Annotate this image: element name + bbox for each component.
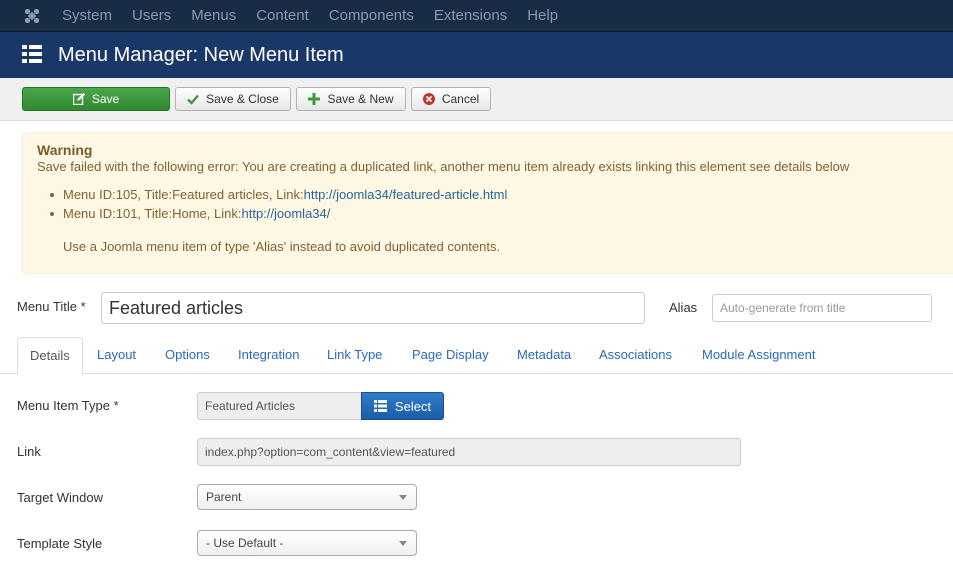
- list-item: Menu ID:101, Title:Home, Link:http://joo…: [49, 204, 507, 223]
- menu-menus[interactable]: Menus: [191, 0, 236, 32]
- menu-extensions[interactable]: Extensions: [434, 0, 507, 32]
- warning-title: Warning: [37, 142, 93, 158]
- template-style-value: - Use Default -: [206, 536, 284, 550]
- tab-details[interactable]: Details: [17, 337, 83, 375]
- save-new-button-label: Save & New: [327, 92, 394, 106]
- cancel-button[interactable]: Cancel: [411, 87, 491, 111]
- template-style-select[interactable]: - Use Default -: [197, 530, 417, 556]
- target-window-select[interactable]: Parent: [197, 484, 417, 510]
- menu-users[interactable]: Users: [132, 0, 171, 32]
- tab-associations[interactable]: Associations: [587, 337, 684, 374]
- cancel-circle-icon: [422, 93, 435, 105]
- menu-system[interactable]: System: [62, 0, 112, 32]
- title-bar: Menu Manager: New Menu Item: [0, 32, 953, 78]
- joomla-logo-icon[interactable]: [22, 6, 42, 26]
- menu-components[interactable]: Components: [329, 0, 414, 32]
- warning-hint: Use a Joomla menu item of type 'Alias' i…: [63, 239, 501, 254]
- tab-layout[interactable]: Layout: [85, 337, 148, 374]
- select-button[interactable]: Select: [361, 392, 444, 420]
- target-window-value: Parent: [206, 490, 242, 504]
- caret-down-icon: [399, 495, 407, 500]
- save-new-button[interactable]: Save & New: [296, 87, 406, 111]
- alias-label: Alias: [669, 300, 698, 315]
- list-icon: [373, 400, 387, 412]
- target-window-label: Target Window: [17, 490, 103, 505]
- save-button[interactable]: Save: [22, 87, 170, 111]
- warning-alert: Warning Save failed with the following e…: [22, 132, 953, 274]
- link-field: index.php?option=com_content&view=featur…: [197, 438, 741, 466]
- duplicate-item-text: Menu ID:101, Title:Home, Link:: [63, 206, 242, 221]
- tab-integration[interactable]: Integration: [226, 337, 311, 374]
- duplicate-item-text: Menu ID:105, Title:Featured articles, Li…: [63, 187, 304, 202]
- duplicate-list: Menu ID:105, Title:Featured articles, Li…: [49, 185, 508, 223]
- warning-message: Save failed with the following error: Yo…: [37, 159, 850, 174]
- menu-title-label: Menu Title *: [17, 299, 86, 314]
- tab-options[interactable]: Options: [153, 337, 222, 374]
- alias-input[interactable]: [712, 294, 932, 322]
- save-close-button[interactable]: Save & Close: [175, 87, 291, 111]
- caret-down-icon: [399, 541, 407, 546]
- duplicate-item-link[interactable]: http://joomla34/featured-article.html: [304, 187, 508, 202]
- save-button-label: Save: [91, 92, 120, 106]
- menu-item-type-label: Menu Item Type *: [17, 398, 119, 413]
- cancel-button-label: Cancel: [441, 92, 480, 106]
- edit-icon: [72, 93, 85, 105]
- tab-metadata[interactable]: Metadata: [505, 337, 583, 374]
- list-icon: [22, 45, 42, 63]
- top-menu-bar: System Users Menus Content Components Ex…: [0, 0, 953, 32]
- menu-content[interactable]: Content: [256, 0, 309, 32]
- template-style-label: Template Style: [17, 536, 103, 551]
- duplicate-item-link[interactable]: http://joomla34/: [241, 206, 330, 221]
- select-button-label: Select: [394, 398, 432, 414]
- tab-link-type[interactable]: Link Type: [315, 337, 394, 374]
- toolbar: Save Save & Close Save & New Cancel: [0, 78, 953, 121]
- menu-item-type-field: Featured Articles: [197, 392, 362, 420]
- menu-help[interactable]: Help: [527, 0, 558, 32]
- menu-title-input[interactable]: Featured articles: [101, 292, 645, 324]
- tab-page-display[interactable]: Page Display: [400, 337, 501, 374]
- save-close-button-label: Save & Close: [206, 92, 279, 106]
- list-item: Menu ID:105, Title:Featured articles, Li…: [49, 185, 508, 204]
- plus-icon: [308, 93, 321, 105]
- check-icon: [187, 94, 200, 105]
- tab-bar: Details Layout Options Integration Link …: [0, 337, 953, 375]
- tab-module-assignment[interactable]: Module Assignment: [690, 337, 827, 374]
- page-title: Menu Manager: New Menu Item: [58, 44, 344, 66]
- link-label: Link: [17, 444, 41, 459]
